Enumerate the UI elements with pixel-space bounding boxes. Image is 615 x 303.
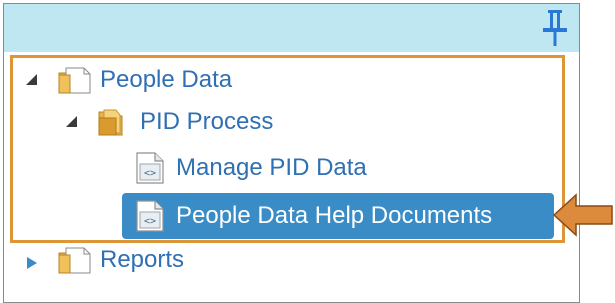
panel-header [4, 4, 579, 52]
navigation-panel: People Data PID Process <> Manage PID Da… [3, 3, 580, 303]
code-document-icon: <> [136, 200, 164, 232]
folder-icon [98, 109, 123, 136]
code-document-icon: <> [136, 152, 164, 184]
tree-item-label: Reports [100, 246, 185, 273]
tree-item-pid-process[interactable]: PID Process [96, 104, 273, 140]
tree-item-manage-pid-data[interactable]: <> Manage PID Data [134, 150, 367, 186]
selected-item-content: <> People Data Help Documents [134, 198, 492, 234]
tree-item-label: Manage PID Data [176, 154, 367, 181]
annotation-arrow-icon [552, 193, 613, 237]
svg-text:<>: <> [144, 216, 156, 227]
folder-document-icon [58, 67, 91, 94]
collapsed-triangle-icon[interactable] [24, 255, 40, 271]
pin-icon[interactable] [539, 8, 571, 48]
svg-text:<>: <> [144, 168, 156, 179]
folder-document-icon [58, 247, 91, 274]
tree-item-people-data[interactable]: People Data [56, 62, 232, 98]
expanded-triangle-icon[interactable] [64, 113, 80, 129]
expanded-triangle-icon[interactable] [24, 71, 40, 87]
tree-item-label: People Data Help Documents [176, 202, 493, 229]
tree-item-label: PID Process [140, 108, 274, 135]
tree-item-people-data-help-documents[interactable]: <> People Data Help Documents [122, 193, 554, 239]
tree-item-reports[interactable]: Reports [56, 242, 184, 278]
tree-item-label: People Data [100, 66, 233, 93]
tree-view: People Data PID Process <> Manage PID Da… [4, 52, 579, 302]
